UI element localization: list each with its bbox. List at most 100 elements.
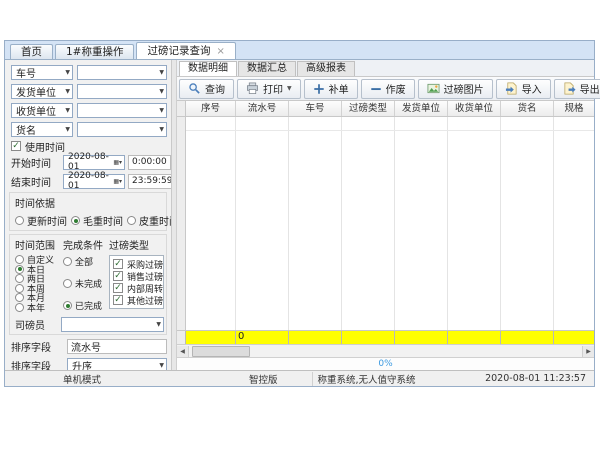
column-header-seq[interactable]: 序号 xyxy=(186,101,236,116)
time-basis-option-tare[interactable]: 皮重时间 xyxy=(127,213,172,228)
sort-order-row: 排序字段 升序▼ xyxy=(11,357,167,370)
receiver-field-label: 收货单位 xyxy=(16,103,56,118)
supplement-order-button[interactable]: 补单 xyxy=(304,79,358,99)
search-icon xyxy=(188,82,201,95)
row-selector-header[interactable] xyxy=(177,101,186,116)
tab-close-icon[interactable]: × xyxy=(216,46,224,57)
result-tab-strip: 数据明细 数据汇总 高级报表 xyxy=(177,60,594,77)
use-time-label: 使用时间 xyxy=(25,139,65,154)
column-header-serial[interactable]: 流水号 xyxy=(236,101,289,116)
goods-field-label: 货名 xyxy=(16,122,36,137)
tab-data-detail[interactable]: 数据明细 xyxy=(179,61,237,76)
completion-option-all[interactable]: 全部 xyxy=(63,255,109,268)
query-button[interactable]: 查询 xyxy=(179,79,234,99)
tab-record-query[interactable]: 过磅记录查询× xyxy=(136,42,235,59)
weigher-combo[interactable]: ▼ xyxy=(61,317,164,332)
checkbox-checked-icon: ✓ xyxy=(113,295,123,305)
weigh-type-column: 过磅类型 ✓采购过磅 ✓销售过磅 ✓内部周转 ✓其他过磅 xyxy=(109,237,164,312)
receiver-value-combo[interactable]: ▼ xyxy=(77,103,167,118)
chevron-down-icon: ▼ xyxy=(65,69,70,76)
weigh-type-listbox: ✓采购过磅 ✓销售过磅 ✓内部周转 ✓其他过磅 xyxy=(109,255,164,309)
radio-icon xyxy=(15,274,24,283)
sort-order-label: 排序字段 xyxy=(11,358,67,371)
scroll-right-icon[interactable]: ▶ xyxy=(582,346,594,357)
completion-option-finished[interactable]: 已完成 xyxy=(63,299,109,312)
chevron-down-icon: ▼ xyxy=(159,69,164,76)
radio-selected-icon xyxy=(15,265,24,274)
minus-icon xyxy=(370,83,382,95)
radio-icon xyxy=(15,293,24,302)
filter-row-vehicle: 车号▼ ▼ xyxy=(11,64,167,80)
void-button[interactable]: 作废 xyxy=(361,79,415,99)
status-mode: 单机模式 xyxy=(63,372,101,386)
completion-option-unfinished[interactable]: 未完成 xyxy=(63,277,109,290)
shipper-field-select[interactable]: 发货单位▼ xyxy=(11,84,73,99)
print-button[interactable]: 打印 ▼ xyxy=(237,79,301,99)
sort-order-select[interactable]: 升序▼ xyxy=(67,358,167,371)
radio-icon xyxy=(15,255,24,264)
shipper-value-combo[interactable]: ▼ xyxy=(77,84,167,99)
import-button[interactable]: 导入 xyxy=(496,79,551,99)
receiver-field-select[interactable]: 收货单位▼ xyxy=(11,103,73,118)
tab-home[interactable]: 首页 xyxy=(10,44,53,59)
end-date-picker[interactable]: 2020-08-01▦▾ xyxy=(63,174,125,189)
scroll-left-icon[interactable]: ◀ xyxy=(177,346,189,357)
start-date-picker[interactable]: 2020-08-01▦▾ xyxy=(63,155,125,170)
weigh-type-sales[interactable]: ✓销售过磅 xyxy=(113,270,162,282)
filter-row-receiver: 收货单位▼ ▼ xyxy=(11,102,167,118)
tab-advanced-report[interactable]: 高级报表 xyxy=(297,61,355,76)
column-header-spec[interactable]: 规格 xyxy=(554,101,594,116)
grid-summary-row: 0 xyxy=(177,330,594,344)
print-icon xyxy=(246,82,259,95)
summary-cell-seq xyxy=(186,331,236,344)
column-header-vehicle[interactable]: 车号 xyxy=(289,101,342,116)
column-header-weigh-type[interactable]: 过磅类型 xyxy=(342,101,395,116)
chevron-down-icon: ▼ xyxy=(159,88,164,95)
mdi-tab-strip: 首页 1#称重操作 过磅记录查询× xyxy=(5,41,594,60)
calendar-icon: ▦▾ xyxy=(113,159,122,166)
column-header-shipper[interactable]: 发货单位 xyxy=(395,101,448,116)
vehicle-field-select[interactable]: 车号▼ xyxy=(11,65,73,80)
radio-icon xyxy=(15,284,24,293)
end-date-value: 2020-08-01 xyxy=(68,171,111,191)
start-time-input[interactable]: 0:00:00 xyxy=(128,155,171,170)
tab-data-summary[interactable]: 数据汇总 xyxy=(238,61,296,76)
time-basis-option-update[interactable]: 更新时间 xyxy=(15,213,67,228)
use-time-checkbox[interactable]: ✓ xyxy=(11,141,21,151)
filter-row-shipper: 发货单位▼ ▼ xyxy=(11,83,167,99)
chevron-down-icon: ▼ xyxy=(65,126,70,133)
chevron-down-icon: ▼ xyxy=(156,321,161,328)
weigh-type-other[interactable]: ✓其他过磅 xyxy=(113,294,162,306)
end-time-input[interactable]: 23:59:59 xyxy=(128,174,172,189)
weigh-photo-button[interactable]: 过磅图片 xyxy=(418,79,493,99)
radio-icon xyxy=(127,216,136,225)
sort-field-input[interactable]: 流水号 xyxy=(67,339,167,354)
goods-field-select[interactable]: 货名 ▼ xyxy=(11,122,73,137)
vehicle-value-combo[interactable]: ▼ xyxy=(77,65,167,80)
column-header-goods[interactable]: 货名 xyxy=(501,101,554,116)
chevron-down-icon: ▼ xyxy=(159,362,164,369)
tab-weighing-operation[interactable]: 1#称重操作 xyxy=(55,44,134,59)
records-grid: 序号 流水号 车号 过磅类型 发货单位 收货单位 货名 规格 xyxy=(177,101,594,345)
chevron-down-icon[interactable]: ▼ xyxy=(287,85,292,92)
column-header-receiver[interactable]: 收货单位 xyxy=(448,101,501,116)
grid-body-empty[interactable] xyxy=(177,117,594,330)
time-basis-title: 时间依据 xyxy=(15,195,164,210)
scrollbar-thumb[interactable] xyxy=(192,346,250,357)
chevron-down-icon: ▼ xyxy=(159,126,164,133)
chevron-down-icon: ▼ xyxy=(65,88,70,95)
weigh-type-purchase[interactable]: ✓采购过磅 xyxy=(113,258,162,270)
horizontal-scrollbar[interactable]: ◀ ▶ xyxy=(177,345,594,358)
start-time-value: 0:00:00 xyxy=(132,157,167,167)
radio-selected-icon xyxy=(71,216,80,225)
export-button[interactable]: 导出 ▼ xyxy=(554,79,600,99)
goods-value-combo[interactable]: ▼ xyxy=(77,122,167,137)
image-icon xyxy=(427,82,440,95)
weigh-type-internal[interactable]: ✓内部周转 xyxy=(113,282,162,294)
time-basis-option-gross[interactable]: 毛重时间 xyxy=(71,213,123,228)
radio-icon xyxy=(15,303,24,312)
tab-home-label: 首页 xyxy=(21,46,42,58)
radio-selected-icon xyxy=(63,301,72,310)
time-range-option-this-year[interactable]: 本年 xyxy=(15,303,63,313)
empty-row-line xyxy=(186,130,594,131)
